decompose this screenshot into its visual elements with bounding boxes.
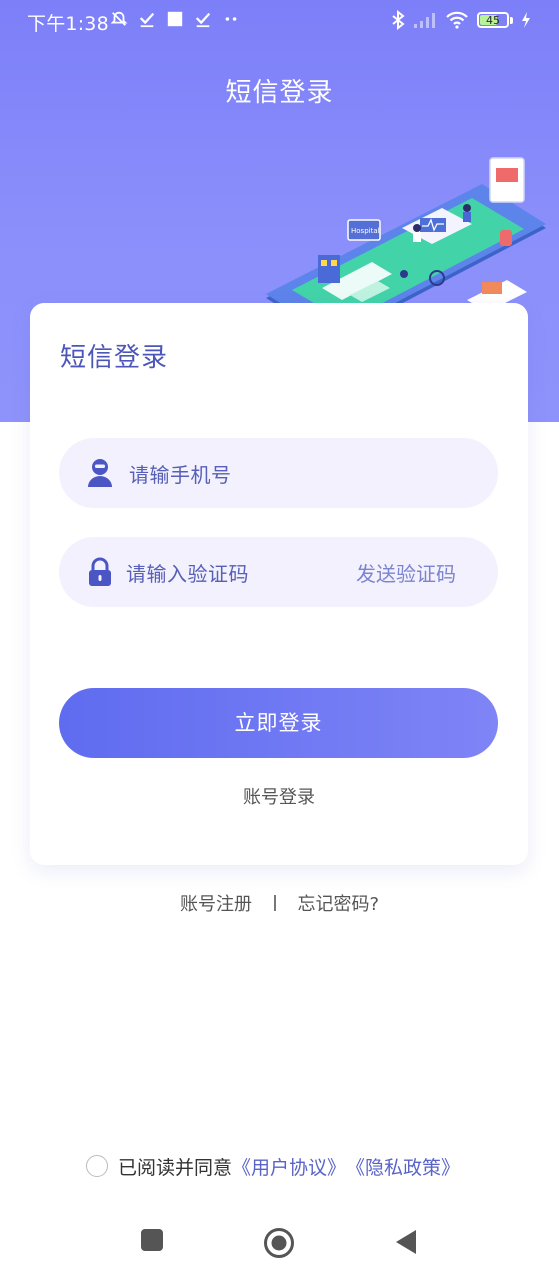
status-bar: 下午1:38 45 [0, 0, 559, 42]
link-divider [273, 895, 276, 911]
user-icon [88, 459, 112, 487]
lock-icon [89, 557, 111, 586]
square-icon [167, 11, 183, 27]
wifi-icon [446, 11, 468, 29]
agreement-text: 已阅读并同意 [118, 1156, 233, 1179]
signal-icon [414, 13, 435, 28]
battery-level: 45 [486, 13, 500, 27]
back-icon[interactable] [394, 1228, 418, 1256]
notification-icons [110, 10, 240, 28]
phone-field[interactable]: 请输手机号 [59, 438, 498, 508]
agreement-row: 已阅读并同意 《用户协议》 《隐私政策》 [86, 1152, 460, 1180]
send-code-button[interactable]: 发送验证码 [356, 558, 456, 587]
more-dots-icon [225, 17, 237, 21]
agreement-radio[interactable] [86, 1155, 108, 1177]
check-icon [139, 12, 155, 28]
home-icon[interactable] [263, 1227, 295, 1259]
battery-icon: 45 [477, 12, 509, 28]
auth-links: 账号注册 忘记密码? [0, 890, 559, 916]
recent-apps-icon[interactable] [140, 1228, 164, 1252]
user-agreement-link[interactable]: 《用户协议》 [232, 1153, 346, 1180]
bluetooth-icon [392, 10, 405, 30]
charging-icon [522, 12, 530, 28]
account-login-link[interactable]: 账号登录 [30, 783, 528, 809]
system-icons: 45 [391, 10, 531, 30]
login-card: 短信登录 请输手机号 请输入验证码 发送验证码 立即登录 账号登录 [30, 303, 528, 865]
svg-text:Hospital: Hospital [351, 227, 380, 235]
card-title: 短信登录 [60, 343, 169, 373]
sms-login-screen: { "status_bar": { "time": "下午1:38", "bat… [0, 0, 559, 1280]
login-button[interactable]: 立即登录 [59, 688, 498, 758]
phone-input-placeholder: 请输手机号 [129, 463, 232, 487]
mute-icon [110, 11, 128, 26]
check-icon [195, 12, 211, 28]
system-navigation-bar [0, 1200, 559, 1280]
privacy-policy-link[interactable]: 《隐私政策》 [346, 1153, 460, 1180]
verification-code-field[interactable]: 请输入验证码 发送验证码 [59, 537, 498, 607]
status-time: 下午1:38 [27, 13, 109, 35]
register-link[interactable]: 账号注册 [180, 894, 252, 915]
code-input-placeholder: 请输入验证码 [126, 562, 249, 586]
forgot-password-link[interactable]: 忘记密码? [297, 894, 379, 915]
page-title: 短信登录 [225, 78, 334, 108]
